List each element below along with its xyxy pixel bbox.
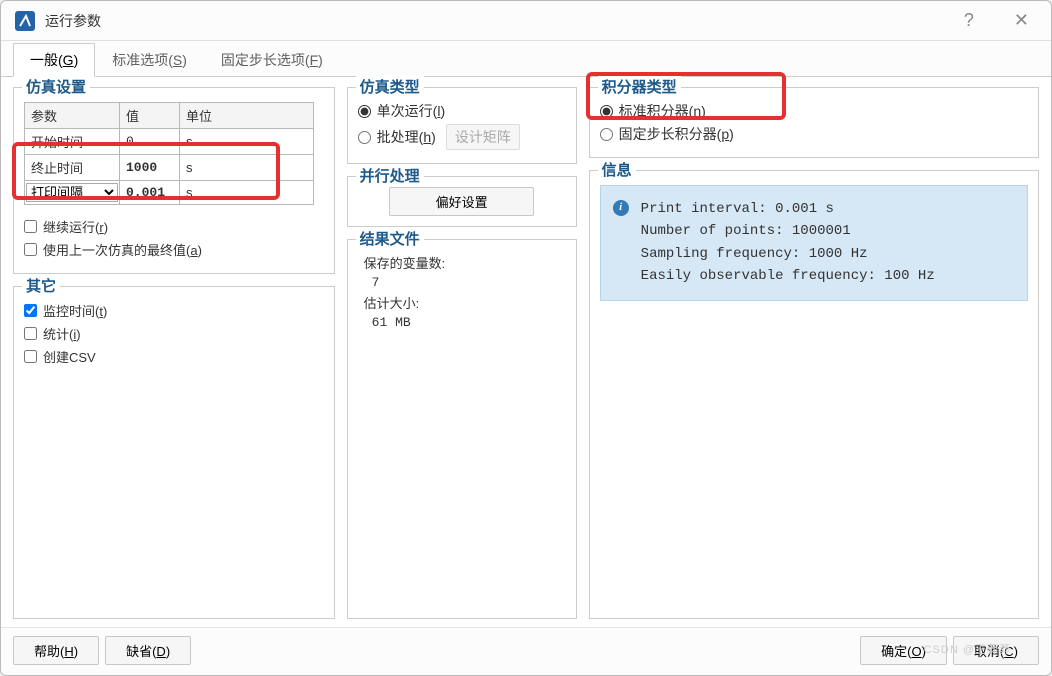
info-text: Print interval: 0.001 s Number of points… xyxy=(641,198,935,288)
col-param: 参数 xyxy=(25,103,120,129)
saved-vars-label: 保存的变量数: xyxy=(364,253,566,272)
start-time-label: 开始时间 xyxy=(25,129,120,155)
window: 运行参数 ? ✕ 一般(G) 标准选项(S) 固定步长选项(F) 仿真设置 参数… xyxy=(0,0,1052,676)
tab-standard-options[interactable]: 标准选项(S) xyxy=(95,43,204,76)
title-controls: ? ✕ xyxy=(956,6,1037,35)
group-title-sim-settings: 仿真设置 xyxy=(22,76,90,97)
titlebar: 运行参数 ? ✕ xyxy=(1,1,1051,41)
single-run-radio[interactable] xyxy=(358,105,371,118)
table-row: 开始时间 0 s xyxy=(25,129,314,155)
column-right: 积分器类型 标准积分器(n) 固定步长积分器(p) 信息 i Print int… xyxy=(589,87,1039,619)
print-interval-label[interactable]: 打印间隔 xyxy=(25,181,120,205)
tab-general[interactable]: 一般(G) xyxy=(13,43,95,77)
group-title-sim-type: 仿真类型 xyxy=(356,76,424,97)
defaults-button[interactable]: 缺省(D) xyxy=(105,636,191,665)
continue-run-checkbox[interactable] xyxy=(24,220,37,233)
start-time-value[interactable]: 0 xyxy=(120,129,180,155)
create-csv-checkbox[interactable] xyxy=(24,350,37,363)
standard-integrator-label: 标准积分器(n) xyxy=(619,101,706,121)
content-area: 仿真设置 参数 值 单位 开始时间 0 s 终止时间 1000 xyxy=(1,77,1051,627)
column-middle: 仿真类型 单次运行(l) 批处理(h) 设计矩阵 并行处理 偏好设置 结果文件 … xyxy=(347,87,577,619)
table-row: 终止时间 1000 s xyxy=(25,155,314,181)
group-title-other: 其它 xyxy=(22,275,60,296)
group-info: 信息 i Print interval: 0.001 s Number of p… xyxy=(589,170,1039,619)
tabstrip: 一般(G) 标准选项(S) 固定步长选项(F) xyxy=(1,43,1051,77)
single-run-label: 单次运行(l) xyxy=(377,101,445,121)
group-title-integrator: 积分器类型 xyxy=(598,76,681,97)
preferences-button[interactable]: 偏好设置 xyxy=(389,187,535,216)
col-value: 值 xyxy=(120,103,180,129)
est-size-value: 61 MB xyxy=(372,315,566,330)
help-button[interactable]: 帮助(H) xyxy=(13,636,99,665)
monitor-time-checkbox[interactable] xyxy=(24,304,37,317)
end-time-label: 终止时间 xyxy=(25,155,120,181)
column-left: 仿真设置 参数 值 单位 开始时间 0 s 终止时间 1000 xyxy=(13,87,335,619)
use-last-final-checkbox[interactable] xyxy=(24,243,37,256)
settings-table: 参数 值 单位 开始时间 0 s 终止时间 1000 s xyxy=(24,102,314,205)
group-title-info: 信息 xyxy=(598,159,636,180)
batch-radio[interactable] xyxy=(358,131,371,144)
info-line-print-interval: Print interval: 0.001 s xyxy=(641,198,935,220)
help-icon[interactable]: ? xyxy=(956,6,982,35)
table-row: 打印间隔 0.001 s xyxy=(25,181,314,205)
group-results: 结果文件 保存的变量数: 7 估计大小: 61 MB xyxy=(347,239,577,619)
group-sim-settings: 仿真设置 参数 值 单位 开始时间 0 s 终止时间 1000 xyxy=(13,87,335,274)
stats-label: 统计(i) xyxy=(43,324,81,343)
print-interval-unit: s xyxy=(180,181,314,205)
est-size-label: 估计大小: xyxy=(364,293,566,312)
watermark: CSDN @王莽莽 xyxy=(924,641,1011,657)
group-sim-type: 仿真类型 单次运行(l) 批处理(h) 设计矩阵 xyxy=(347,87,577,164)
design-matrix-button: 设计矩阵 xyxy=(446,124,520,150)
app-icon xyxy=(15,11,35,31)
standard-integrator-radio[interactable] xyxy=(600,105,613,118)
group-integrator: 积分器类型 标准积分器(n) 固定步长积分器(p) xyxy=(589,87,1039,158)
monitor-time-label: 监控时间(t) xyxy=(43,301,107,320)
window-title: 运行参数 xyxy=(45,11,101,31)
close-icon[interactable]: ✕ xyxy=(1006,6,1037,35)
group-title-results: 结果文件 xyxy=(356,228,424,249)
print-interval-value[interactable]: 0.001 xyxy=(120,181,180,205)
fixed-step-integrator-radio[interactable] xyxy=(600,128,613,141)
group-title-parallel: 并行处理 xyxy=(356,165,424,186)
fixed-step-integrator-label: 固定步长积分器(p) xyxy=(619,124,734,144)
saved-vars-value: 7 xyxy=(372,275,566,290)
table-header-row: 参数 值 单位 xyxy=(25,103,314,129)
group-other: 其它 监控时间(t) 统计(i) 创建CSV xyxy=(13,286,335,619)
print-interval-select[interactable]: 打印间隔 xyxy=(26,183,118,202)
use-last-final-label: 使用上一次仿真的最终值(a) xyxy=(43,240,202,259)
end-time-unit: s xyxy=(180,155,314,181)
info-box: i Print interval: 0.001 s Number of poin… xyxy=(600,185,1028,301)
footer: 帮助(H) 缺省(D) 确定(O) 取消(C) xyxy=(1,627,1051,675)
group-parallel: 并行处理 偏好设置 xyxy=(347,176,577,227)
create-csv-label: 创建CSV xyxy=(43,347,96,366)
info-line-observable-freq: Easily observable frequency: 100 Hz xyxy=(641,265,935,287)
batch-label: 批处理(h) xyxy=(377,127,436,147)
start-time-unit: s xyxy=(180,129,314,155)
info-line-points: Number of points: 1000001 xyxy=(641,220,935,242)
continue-run-label: 继续运行(r) xyxy=(43,217,108,236)
col-unit: 单位 xyxy=(180,103,314,129)
info-line-sampling-freq: Sampling frequency: 1000 Hz xyxy=(641,243,935,265)
stats-checkbox[interactable] xyxy=(24,327,37,340)
tab-fixed-step-options[interactable]: 固定步长选项(F) xyxy=(204,43,340,76)
end-time-value[interactable]: 1000 xyxy=(120,155,180,181)
info-icon: i xyxy=(613,200,629,216)
